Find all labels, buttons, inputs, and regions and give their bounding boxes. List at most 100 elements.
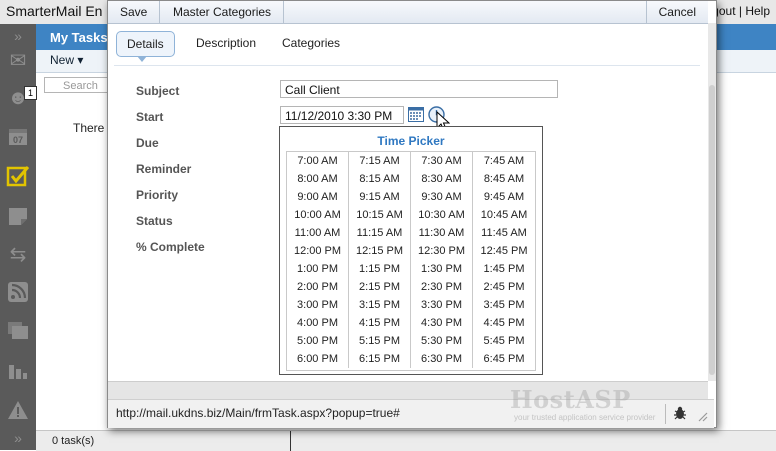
- time-option[interactable]: 1:30 PM: [411, 260, 473, 278]
- time-option[interactable]: 11:30 AM: [411, 224, 473, 242]
- rss-icon[interactable]: [5, 280, 31, 304]
- status-label: Status: [136, 214, 173, 228]
- tabs-divider: [114, 65, 700, 66]
- app-status-bar: 0 task(s): [36, 430, 776, 451]
- folders-icon[interactable]: [5, 318, 31, 342]
- left-nav-rail: » ✉ 1 ☻ 07 ⇆ »: [0, 24, 37, 450]
- task-count: 0 task(s): [52, 435, 95, 447]
- sync-icon[interactable]: ⇆: [5, 242, 31, 266]
- time-option[interactable]: 9:45 AM: [473, 188, 535, 206]
- tab-details[interactable]: Details: [116, 31, 175, 62]
- time-option[interactable]: 6:00 PM: [287, 350, 349, 368]
- time-option[interactable]: 9:15 AM: [349, 188, 411, 206]
- alerts-icon[interactable]: [5, 398, 31, 422]
- time-option[interactable]: 7:30 AM: [411, 152, 473, 170]
- time-picker-dropdown: Time Picker 7:00 AM 7:15 AM 7:30 AM 7:45 AM…: [279, 126, 543, 375]
- reminder-label: Reminder: [136, 162, 192, 176]
- header-links[interactable]: gout | Help: [712, 4, 770, 18]
- subject-input[interactable]: Call Client: [280, 80, 558, 98]
- reports-icon[interactable]: [5, 358, 31, 382]
- new-button[interactable]: New ▾: [44, 52, 89, 70]
- time-option[interactable]: 3:45 PM: [473, 296, 535, 314]
- search-input[interactable]: Search: [44, 77, 114, 93]
- time-option[interactable]: 3:30 PM: [411, 296, 473, 314]
- status-separator: [665, 404, 666, 424]
- time-option[interactable]: 4:00 PM: [287, 314, 349, 332]
- time-option[interactable]: 7:45 AM: [473, 152, 535, 170]
- time-option[interactable]: 7:00 AM: [287, 152, 349, 170]
- time-option[interactable]: 10:15 AM: [349, 206, 411, 224]
- time-option[interactable]: 2:15 PM: [349, 278, 411, 296]
- time-option[interactable]: 6:15 PM: [349, 350, 411, 368]
- status-divider: [290, 431, 291, 451]
- time-option[interactable]: 11:45 AM: [473, 224, 535, 242]
- time-option[interactable]: 10:45 AM: [473, 206, 535, 224]
- time-option[interactable]: 2:45 PM: [473, 278, 535, 296]
- time-option[interactable]: 10:00 AM: [287, 206, 349, 224]
- task-popup-window: Save Master Categories Cancel Details De…: [107, 0, 717, 428]
- time-picker-grid: 7:00 AM 7:15 AM 7:30 AM 7:45 AM 8:00 AM 8:15 …: [286, 151, 536, 371]
- calendar-picker-icon[interactable]: [408, 107, 424, 122]
- time-option[interactable]: 8:45 AM: [473, 170, 535, 188]
- notes-icon[interactable]: [5, 204, 31, 228]
- tasks-icon[interactable]: [5, 164, 31, 188]
- time-option[interactable]: 5:45 PM: [473, 332, 535, 350]
- cancel-button[interactable]: Cancel: [645, 1, 708, 23]
- priority-label: Priority: [136, 188, 179, 202]
- save-button[interactable]: Save: [108, 1, 161, 23]
- popup-toolbar: Save Master Categories Cancel: [108, 1, 708, 24]
- contacts-icon[interactable]: ☻: [5, 86, 31, 110]
- time-option[interactable]: 3:00 PM: [287, 296, 349, 314]
- time-option[interactable]: 6:45 PM: [473, 350, 535, 368]
- time-option[interactable]: 10:30 AM: [411, 206, 473, 224]
- mail-icon[interactable]: ✉: [5, 48, 31, 72]
- time-option[interactable]: 2:30 PM: [411, 278, 473, 296]
- time-option[interactable]: 6:30 PM: [411, 350, 473, 368]
- tab-categories[interactable]: Categories: [272, 31, 350, 55]
- watermark-tagline: your trusted application service provide…: [514, 413, 656, 422]
- time-option[interactable]: 4:15 PM: [349, 314, 411, 332]
- tasks-title: My Tasks: [50, 30, 108, 45]
- time-option[interactable]: 5:30 PM: [411, 332, 473, 350]
- time-option[interactable]: 9:30 AM: [411, 188, 473, 206]
- time-option[interactable]: 3:15 PM: [349, 296, 411, 314]
- status-url: http://mail.ukdns.biz/Main/frmTask.aspx?…: [116, 406, 400, 420]
- time-option[interactable]: 12:45 PM: [473, 242, 535, 260]
- time-option[interactable]: 8:30 AM: [411, 170, 473, 188]
- time-option[interactable]: 8:00 AM: [287, 170, 349, 188]
- bug-icon[interactable]: [672, 405, 688, 421]
- percent-complete-label: % Complete: [136, 240, 205, 254]
- time-option[interactable]: 5:15 PM: [349, 332, 411, 350]
- empty-tasks-message: There: [73, 121, 105, 135]
- calendar-icon[interactable]: 07: [5, 124, 31, 148]
- time-option[interactable]: 12:30 PM: [411, 242, 473, 260]
- time-option[interactable]: 1:45 PM: [473, 260, 535, 278]
- time-option[interactable]: 11:00 AM: [287, 224, 349, 242]
- start-label: Start: [136, 110, 164, 124]
- watermark-logo: HostASP: [510, 385, 631, 414]
- time-option[interactable]: 1:00 PM: [287, 260, 349, 278]
- resize-grip-icon[interactable]: [698, 412, 708, 422]
- time-picker-title: Time Picker: [377, 134, 445, 148]
- collapse-icon[interactable]: »: [5, 24, 31, 48]
- time-option[interactable]: 4:45 PM: [473, 314, 535, 332]
- time-option[interactable]: 9:00 AM: [287, 188, 349, 206]
- svg-text:07: 07: [13, 135, 23, 145]
- scrollbar-thumb[interactable]: [709, 85, 715, 375]
- expand-icon[interactable]: »: [5, 426, 31, 450]
- time-option[interactable]: 12:00 PM: [287, 242, 349, 260]
- time-option[interactable]: 11:15 AM: [349, 224, 411, 242]
- time-option[interactable]: 7:15 AM: [349, 152, 411, 170]
- popup-scrollbar[interactable]: [708, 23, 716, 381]
- time-option[interactable]: 4:30 PM: [411, 314, 473, 332]
- time-option[interactable]: 1:15 PM: [349, 260, 411, 278]
- start-date-input[interactable]: 11/12/2010 3:30 PM: [280, 106, 404, 124]
- time-option[interactable]: 8:15 AM: [349, 170, 411, 188]
- due-label: Due: [136, 136, 159, 150]
- subject-label: Subject: [136, 84, 180, 98]
- time-option[interactable]: 5:00 PM: [287, 332, 349, 350]
- time-option[interactable]: 12:15 PM: [349, 242, 411, 260]
- tab-description[interactable]: Description: [186, 31, 266, 55]
- master-categories-button[interactable]: Master Categories: [161, 1, 285, 23]
- time-option[interactable]: 2:00 PM: [287, 278, 349, 296]
